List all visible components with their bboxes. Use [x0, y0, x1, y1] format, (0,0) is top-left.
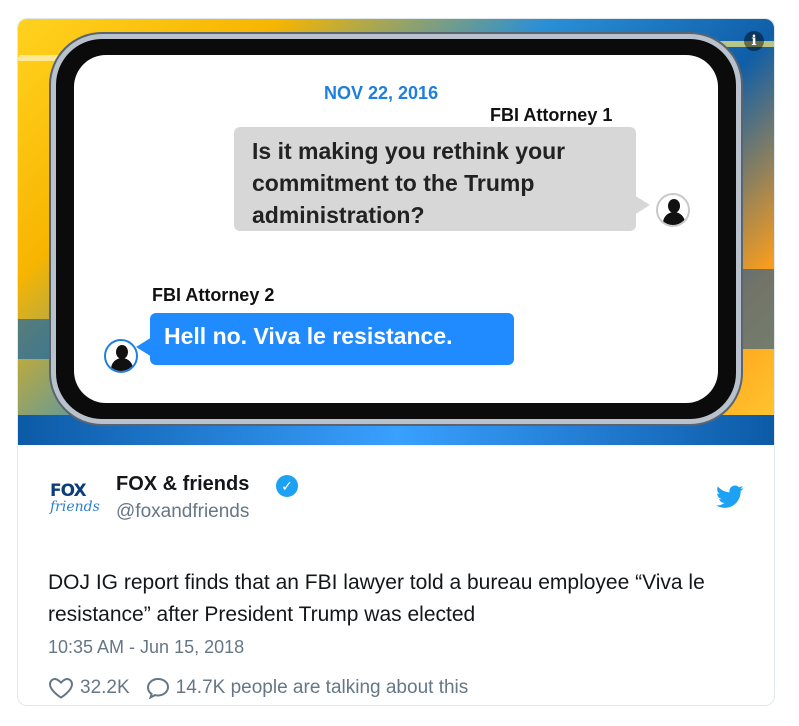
attorney-1-label: FBI Attorney 1 — [490, 105, 613, 125]
person-avatar-icon — [104, 339, 138, 373]
logo-friends-text: friends — [50, 499, 100, 515]
reply-bubble-icon[interactable] — [146, 677, 170, 699]
author-name[interactable]: FOX & friends — [116, 473, 249, 496]
message-bubble-gray: Is it making you rethink your commitment… — [234, 127, 650, 231]
message-bubble-blue: Hell no. Viva le resistance. — [136, 313, 514, 365]
tweet-actions: 32.2K 14.7K people are talking about thi… — [48, 677, 468, 699]
tweet-body: FOX friends FOX & friends ✓ @foxandfrien… — [18, 445, 774, 705]
fox-friends-logo[interactable]: FOX friends — [48, 475, 100, 527]
tweet-media-image[interactable]: NOV 22, 2016 FBI Attorney 1 Is it making… — [18, 19, 774, 445]
tweet-text: DOJ IG report finds that an FBI lawyer t… — [48, 571, 705, 626]
message-2-text: Hell no. Viva le resistance. — [164, 323, 453, 349]
heart-icon[interactable] — [48, 677, 74, 699]
like-count[interactable]: 32.2K — [80, 677, 130, 699]
twitter-bird-icon[interactable] — [716, 485, 744, 509]
info-icon[interactable]: i — [744, 31, 764, 51]
message-1-text: Is it making you rethink your commitment… — [252, 138, 566, 228]
attorney-2-label: FBI Attorney 2 — [152, 285, 275, 305]
background-stripe — [18, 415, 774, 445]
tweet-timestamp[interactable]: 10:35 AM - Jun 15, 2018 — [48, 637, 244, 658]
phone-screen: NOV 22, 2016 FBI Attorney 1 Is it making… — [74, 55, 718, 403]
author-handle[interactable]: @foxandfriends — [116, 501, 249, 523]
person-avatar-icon — [656, 193, 690, 227]
tweet-card: NOV 22, 2016 FBI Attorney 1 Is it making… — [17, 18, 775, 706]
logo-fox-text: FOX — [50, 481, 87, 501]
verified-badge-icon: ✓ — [276, 475, 298, 497]
talking-count[interactable]: 14.7K people are talking about this — [176, 677, 469, 699]
message-date: NOV 22, 2016 — [324, 83, 439, 103]
phone-frame: NOV 22, 2016 FBI Attorney 1 Is it making… — [56, 39, 736, 419]
